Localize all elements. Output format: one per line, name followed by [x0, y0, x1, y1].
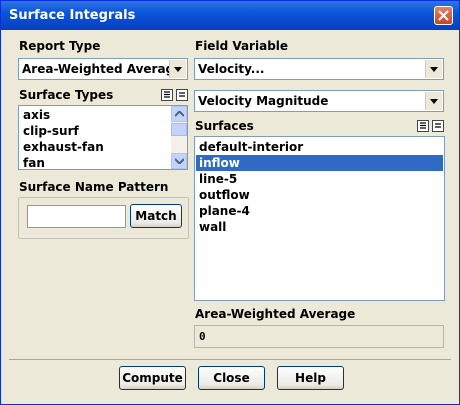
report-type-dropdown[interactable]: Area-Weighted Average	[18, 58, 188, 80]
result-readout: 0	[194, 325, 444, 348]
chevron-down-icon[interactable]	[169, 60, 186, 78]
surface-integrals-dialog: Surface Integrals Report Type Area-Weigh…	[0, 0, 460, 405]
list-item[interactable]: outflow	[199, 187, 250, 203]
scroll-up-button[interactable]	[171, 106, 187, 122]
compute-button[interactable]: Compute	[119, 366, 186, 390]
chevron-down-icon[interactable]	[425, 60, 442, 78]
list-item[interactable]: plane-4	[199, 203, 250, 219]
list-item-selected[interactable]: inflow	[196, 155, 443, 171]
select-all-surfaces-button[interactable]	[417, 120, 429, 132]
result-label: Area-Weighted Average	[195, 307, 356, 321]
report-type-value: Area-Weighted Average	[22, 62, 170, 76]
list-item[interactable]: fan	[23, 155, 45, 169]
list-item[interactable]: line-5	[199, 171, 237, 187]
surface-types-label: Surface Types	[19, 88, 114, 102]
title-bar[interactable]: Surface Integrals	[1, 1, 459, 30]
chevron-down-icon	[175, 158, 184, 164]
help-button[interactable]: Help	[277, 366, 344, 390]
chevron-down-icon[interactable]	[425, 92, 442, 110]
select-all-surface-types-button[interactable]	[161, 89, 173, 101]
deselect-all-surfaces-button[interactable]	[432, 120, 444, 132]
field-variable-dropdown[interactable]: Velocity Magnitude	[194, 90, 444, 112]
scroll-down-button[interactable]	[171, 153, 187, 169]
deselect-all-surface-types-button[interactable]	[176, 89, 188, 101]
close-icon	[438, 10, 449, 21]
field-variable-label: Field Variable	[195, 39, 289, 53]
scroll-thumb[interactable]	[171, 123, 187, 136]
deselect-all-icon	[179, 92, 185, 97]
chevron-up-icon	[175, 111, 184, 117]
surface-types-scrollbar[interactable]	[171, 106, 187, 169]
surface-name-pattern-label: Surface Name Pattern	[19, 180, 169, 194]
surfaces-label: Surfaces	[195, 119, 254, 133]
select-all-icon	[164, 91, 170, 98]
result-value: 0	[199, 330, 206, 343]
deselect-all-icon	[435, 123, 441, 128]
list-item[interactable]: axis	[23, 107, 50, 123]
select-all-icon	[420, 122, 426, 129]
report-type-label: Report Type	[19, 39, 101, 53]
button-separator	[9, 359, 451, 360]
surface-name-pattern-input[interactable]	[27, 205, 126, 228]
list-item[interactable]: clip-surf	[23, 123, 79, 139]
list-item[interactable]: default-interior	[199, 139, 303, 155]
surfaces-list[interactable]: default-interior inflow line-5 outflow p…	[194, 136, 445, 301]
match-button[interactable]: Match	[130, 204, 182, 228]
close-button[interactable]: Close	[198, 366, 265, 390]
surface-types-list[interactable]: axis clip-surf exhaust-fan fan	[18, 105, 188, 170]
window-title: Surface Integrals	[9, 8, 136, 23]
close-window-button[interactable]	[434, 6, 453, 25]
list-item[interactable]: wall	[199, 219, 226, 235]
field-variable-value: Velocity Magnitude	[198, 94, 329, 108]
list-item[interactable]: exhaust-fan	[23, 139, 104, 155]
field-category-dropdown[interactable]: Velocity...	[194, 58, 444, 80]
field-category-value: Velocity...	[198, 62, 265, 76]
